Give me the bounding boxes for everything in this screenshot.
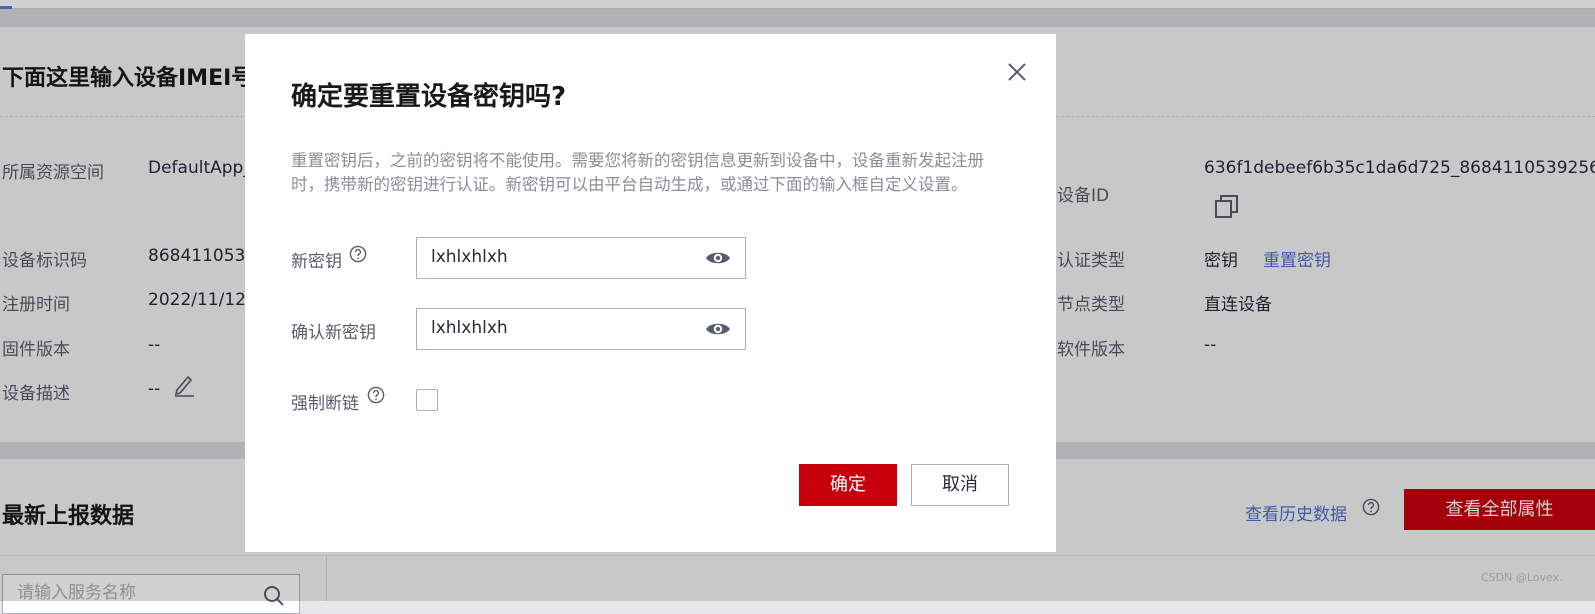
new-key-label: 新密钥	[291, 252, 342, 272]
confirm-button[interactable]: 确定	[799, 464, 897, 506]
close-icon[interactable]	[1005, 60, 1029, 84]
force-disconnect-label: 强制断链	[291, 394, 359, 414]
dialog-title: 确定要重置设备密钥吗?	[291, 82, 567, 112]
new-key-input[interactable]	[431, 247, 691, 267]
eye-icon[interactable]	[705, 249, 731, 267]
dialog-description: 重置密钥后，之前的密钥将不能使用。需要您将新的密钥信息更新到设备中，设备重新发起…	[291, 151, 984, 194]
new-key-field[interactable]	[416, 237, 746, 279]
confirm-key-label: 确认新密钥	[291, 323, 376, 343]
help-icon[interactable]	[349, 245, 367, 263]
confirm-key-input[interactable]	[431, 318, 691, 338]
watermark: CSDN @Lovex.	[1481, 571, 1563, 584]
help-icon[interactable]	[367, 386, 385, 404]
eye-icon[interactable]	[705, 320, 731, 338]
reset-key-dialog: 确定要重置设备密钥吗? 重置密钥后，之前的密钥将不能使用。需要您将新的密钥信息更…	[245, 34, 1056, 552]
cancel-button[interactable]: 取消	[911, 464, 1009, 506]
force-disconnect-checkbox[interactable]	[416, 389, 438, 411]
confirm-key-field[interactable]	[416, 308, 746, 350]
